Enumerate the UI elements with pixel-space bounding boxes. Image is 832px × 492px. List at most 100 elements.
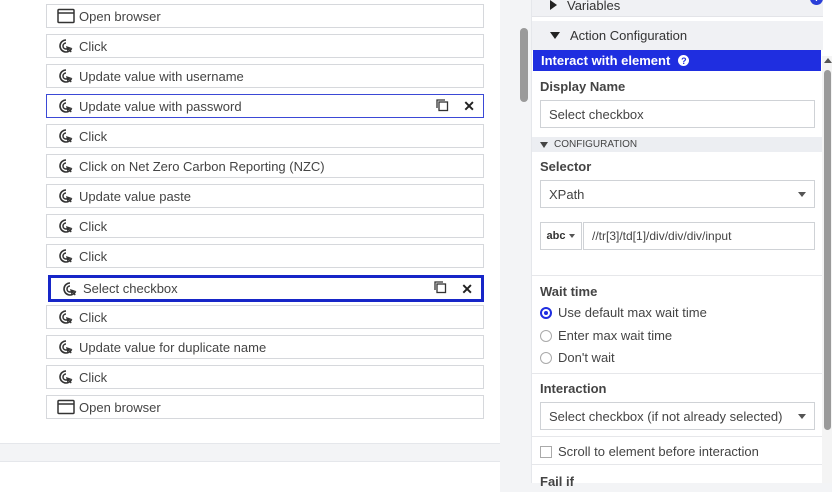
chevron-down-icon — [798, 191, 806, 197]
wait-time-label: Wait time — [540, 284, 598, 299]
click-cursor-icon — [57, 157, 75, 175]
flow-lower-panel — [0, 461, 500, 492]
configuration-subheader[interactable]: CONFIGURATION — [532, 137, 822, 152]
step-actions: ✕ — [433, 280, 473, 297]
click-cursor-icon — [57, 247, 75, 265]
interaction-dropdown[interactable]: Select checkbox (if not already selected… — [540, 402, 815, 430]
display-name-label: Display Name — [540, 79, 626, 94]
flow-step-label: Click — [79, 248, 108, 264]
click-cursor-icon — [57, 368, 75, 386]
interaction-label: Interaction — [540, 381, 607, 396]
click-cursor-icon — [57, 67, 75, 85]
selector-label: Selector — [540, 159, 592, 174]
flow-step-label: Select checkbox — [83, 281, 178, 296]
wait-option-label: Don't wait — [558, 350, 615, 365]
browser-window-icon — [57, 398, 75, 416]
xpath-value: //tr[3]/td[1]/div/div/div/input — [592, 229, 732, 243]
click-cursor-icon — [57, 97, 75, 115]
flow-step-label: Update value with username — [79, 68, 244, 84]
close-icon[interactable]: ✕ — [463, 99, 475, 113]
configuration-label: CONFIGURATION — [554, 139, 638, 150]
divider — [532, 436, 822, 437]
radio-selected-icon[interactable] — [540, 306, 552, 319]
wait-option-none[interactable]: Don't wait — [540, 350, 615, 365]
flow-step-label: Click — [79, 309, 108, 325]
flow-step[interactable]: Open browser — [46, 395, 484, 419]
flow-step[interactable]: Update value with username — [46, 64, 484, 88]
selector-dropdown[interactable]: XPath — [540, 180, 815, 208]
chevron-down-icon — [569, 234, 576, 238]
flow-step-label: Open browser — [79, 399, 161, 415]
selector-value: XPath — [549, 186, 585, 202]
click-cursor-icon — [57, 37, 75, 55]
flow-step[interactable]: Click — [46, 124, 484, 148]
collapse-down-icon — [540, 141, 548, 148]
flow-step[interactable]: Click on Net Zero Carbon Reporting (NZC) — [46, 154, 484, 178]
flow-step[interactable]: Click — [46, 34, 484, 58]
flow-step-label: Click — [79, 38, 108, 54]
xpath-input[interactable]: //tr[3]/td[1]/div/div/div/input — [583, 222, 815, 250]
click-cursor-icon — [57, 187, 75, 205]
checkbox-icon[interactable] — [540, 445, 552, 458]
action-configuration-label: Action Configuration — [570, 28, 688, 43]
radio-icon[interactable] — [540, 351, 552, 364]
divider — [532, 373, 822, 374]
flow-step-label: Update value with password — [79, 98, 242, 114]
flow-step[interactable]: Click — [46, 365, 484, 389]
expand-right-icon — [550, 0, 557, 10]
display-name-field[interactable]: Select checkbox — [540, 100, 815, 128]
chevron-down-icon — [798, 413, 806, 419]
config-scrollbar[interactable] — [822, 56, 832, 483]
action-configuration-panel: Variables + Action Configuration Interac… — [531, 0, 832, 489]
flow-step-label: Click on Net Zero Carbon Reporting (NZC) — [79, 158, 325, 174]
flow-step-label: Click — [79, 369, 108, 385]
flow-step[interactable]: Click — [46, 305, 484, 329]
fail-if-label: Fail if — [540, 474, 574, 489]
flow-step[interactable]: Open browser — [46, 4, 484, 28]
wait-option-default[interactable]: Use default max wait time — [540, 305, 707, 320]
click-cursor-icon — [57, 127, 75, 145]
radio-icon[interactable] — [540, 329, 552, 342]
variables-label: Variables — [567, 0, 621, 13]
flow-step[interactable]: Select checkbox ✕ — [48, 275, 484, 302]
duplicate-icon[interactable] — [435, 98, 449, 115]
variables-section-header[interactable]: Variables + — [532, 0, 823, 17]
flow-step[interactable]: Click — [46, 214, 484, 238]
wait-option-label: Enter max wait time — [558, 328, 673, 343]
xpath-type-dropdown[interactable]: abc — [540, 222, 582, 250]
step-actions: ✕ — [435, 98, 475, 115]
scroll-up-icon[interactable] — [824, 58, 832, 63]
wait-option-max[interactable]: Enter max wait time — [540, 328, 672, 343]
duplicate-icon[interactable] — [433, 280, 447, 297]
click-cursor-icon — [57, 308, 75, 326]
flow-step-label: Update value for duplicate name — [79, 339, 267, 355]
section-title-bar: Interact with element ? — [533, 50, 821, 71]
collapse-down-icon — [550, 32, 560, 39]
display-name-value: Select checkbox — [549, 106, 644, 122]
flow-step[interactable]: Update value for duplicate name — [46, 335, 484, 359]
flow-step[interactable]: Update value paste — [46, 184, 484, 208]
flow-step[interactable]: Click — [46, 244, 484, 268]
scroll-label: Scroll to element before interaction — [558, 444, 759, 459]
wait-option-label: Use default max wait time — [558, 305, 707, 320]
close-icon[interactable]: ✕ — [461, 282, 473, 296]
flow-step-label: Update value paste — [79, 188, 192, 204]
interaction-value: Select checkbox (if not already selected… — [549, 408, 783, 424]
action-configuration-header[interactable]: Action Configuration — [532, 21, 823, 50]
divider — [532, 464, 822, 465]
flow-step-label: Open browser — [79, 8, 161, 24]
browser-window-icon — [57, 7, 75, 25]
xpath-type-label: abc — [546, 230, 566, 242]
divider — [532, 275, 822, 276]
flow-step-label: Click — [79, 218, 108, 234]
flow-step-label: Click — [79, 128, 108, 144]
help-icon[interactable]: ? — [678, 55, 690, 66]
flow-scrollbar[interactable] — [520, 28, 528, 102]
scroll-to-element-checkbox[interactable]: Scroll to element before interaction — [540, 444, 759, 459]
section-title: Interact with element — [541, 53, 671, 68]
add-variable-icon[interactable]: + — [810, 0, 823, 5]
flow-step[interactable]: Update value with password ✕ — [46, 94, 484, 118]
click-cursor-icon — [57, 217, 75, 235]
scrollbar-thumb[interactable] — [824, 70, 831, 430]
click-cursor-icon — [57, 338, 75, 356]
